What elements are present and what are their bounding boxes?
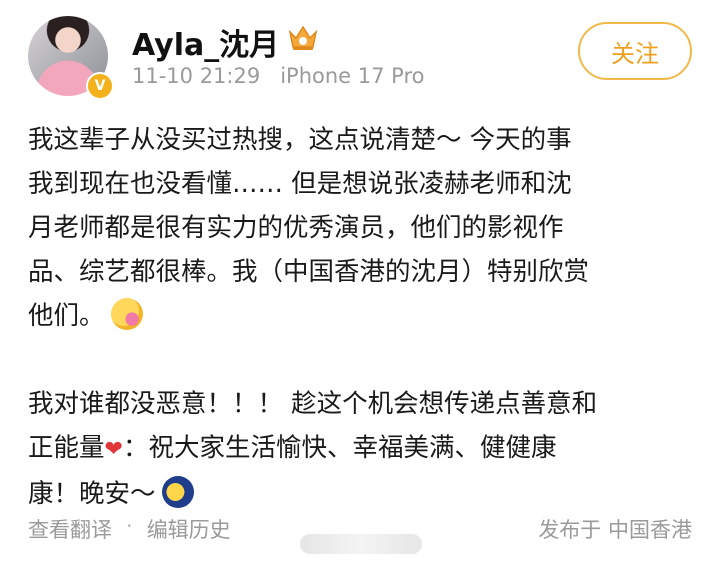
post-location: 发布于 中国香港	[538, 518, 692, 542]
content-line: 我对谁都没恶意！！！ 趁这个机会想传递点善意和	[28, 389, 598, 419]
content-text: ：祝大家生活愉快、幸福美满、健健康	[122, 433, 557, 463]
flower-smile-emoji-icon	[110, 298, 143, 330]
separator: ·	[126, 514, 133, 538]
post-time: 11-10 21:29	[132, 64, 261, 88]
content-text: 正能量	[28, 433, 105, 463]
content-line: 康！晚安～	[28, 472, 700, 516]
content-line: 我这辈子从没买过热搜，这点说清楚～ 今天的事	[28, 125, 572, 155]
content-line: 品、综艺都很棒。我（中国香港的沈月）特别欣赏	[28, 257, 590, 287]
content-line: 他们。	[28, 294, 700, 338]
content-line: 我到现在也没看懂…… 但是想说张凌赫老师和沈	[28, 169, 572, 199]
crown-icon	[288, 25, 318, 50]
post-header: V Ayla_沈月 11-10 21:29 iPhone 17 Pro 关注	[28, 14, 692, 100]
post-device: iPhone 17 Pro	[280, 64, 425, 88]
username[interactable]: Ayla_沈月	[132, 20, 279, 64]
footer-actions: 查看翻译 · 编辑历史	[28, 514, 231, 544]
content-text: 他们。	[28, 301, 105, 331]
content-text: 康！晚安～	[28, 479, 156, 509]
heart-icon: ❤	[104, 437, 123, 462]
follow-button[interactable]: 关注	[578, 22, 692, 80]
edit-history-link[interactable]: 编辑历史	[147, 514, 231, 544]
content-line: 月老师都是很有实力的优秀演员，他们的影视作	[28, 213, 564, 243]
translate-link[interactable]: 查看翻译	[28, 514, 112, 544]
blurred-watermark	[300, 534, 422, 554]
content-line: 正能量❤：祝大家生活愉快、幸福美满、健健康	[28, 426, 700, 472]
moon-emoji-icon	[161, 476, 194, 508]
post-meta: 11-10 21:29 iPhone 17 Pro	[132, 64, 425, 88]
verified-badge-icon: V	[86, 72, 114, 100]
post-content: 我这辈子从没买过热搜，这点说清楚～ 今天的事 我到现在也没看懂…… 但是想说张凌…	[28, 118, 700, 516]
